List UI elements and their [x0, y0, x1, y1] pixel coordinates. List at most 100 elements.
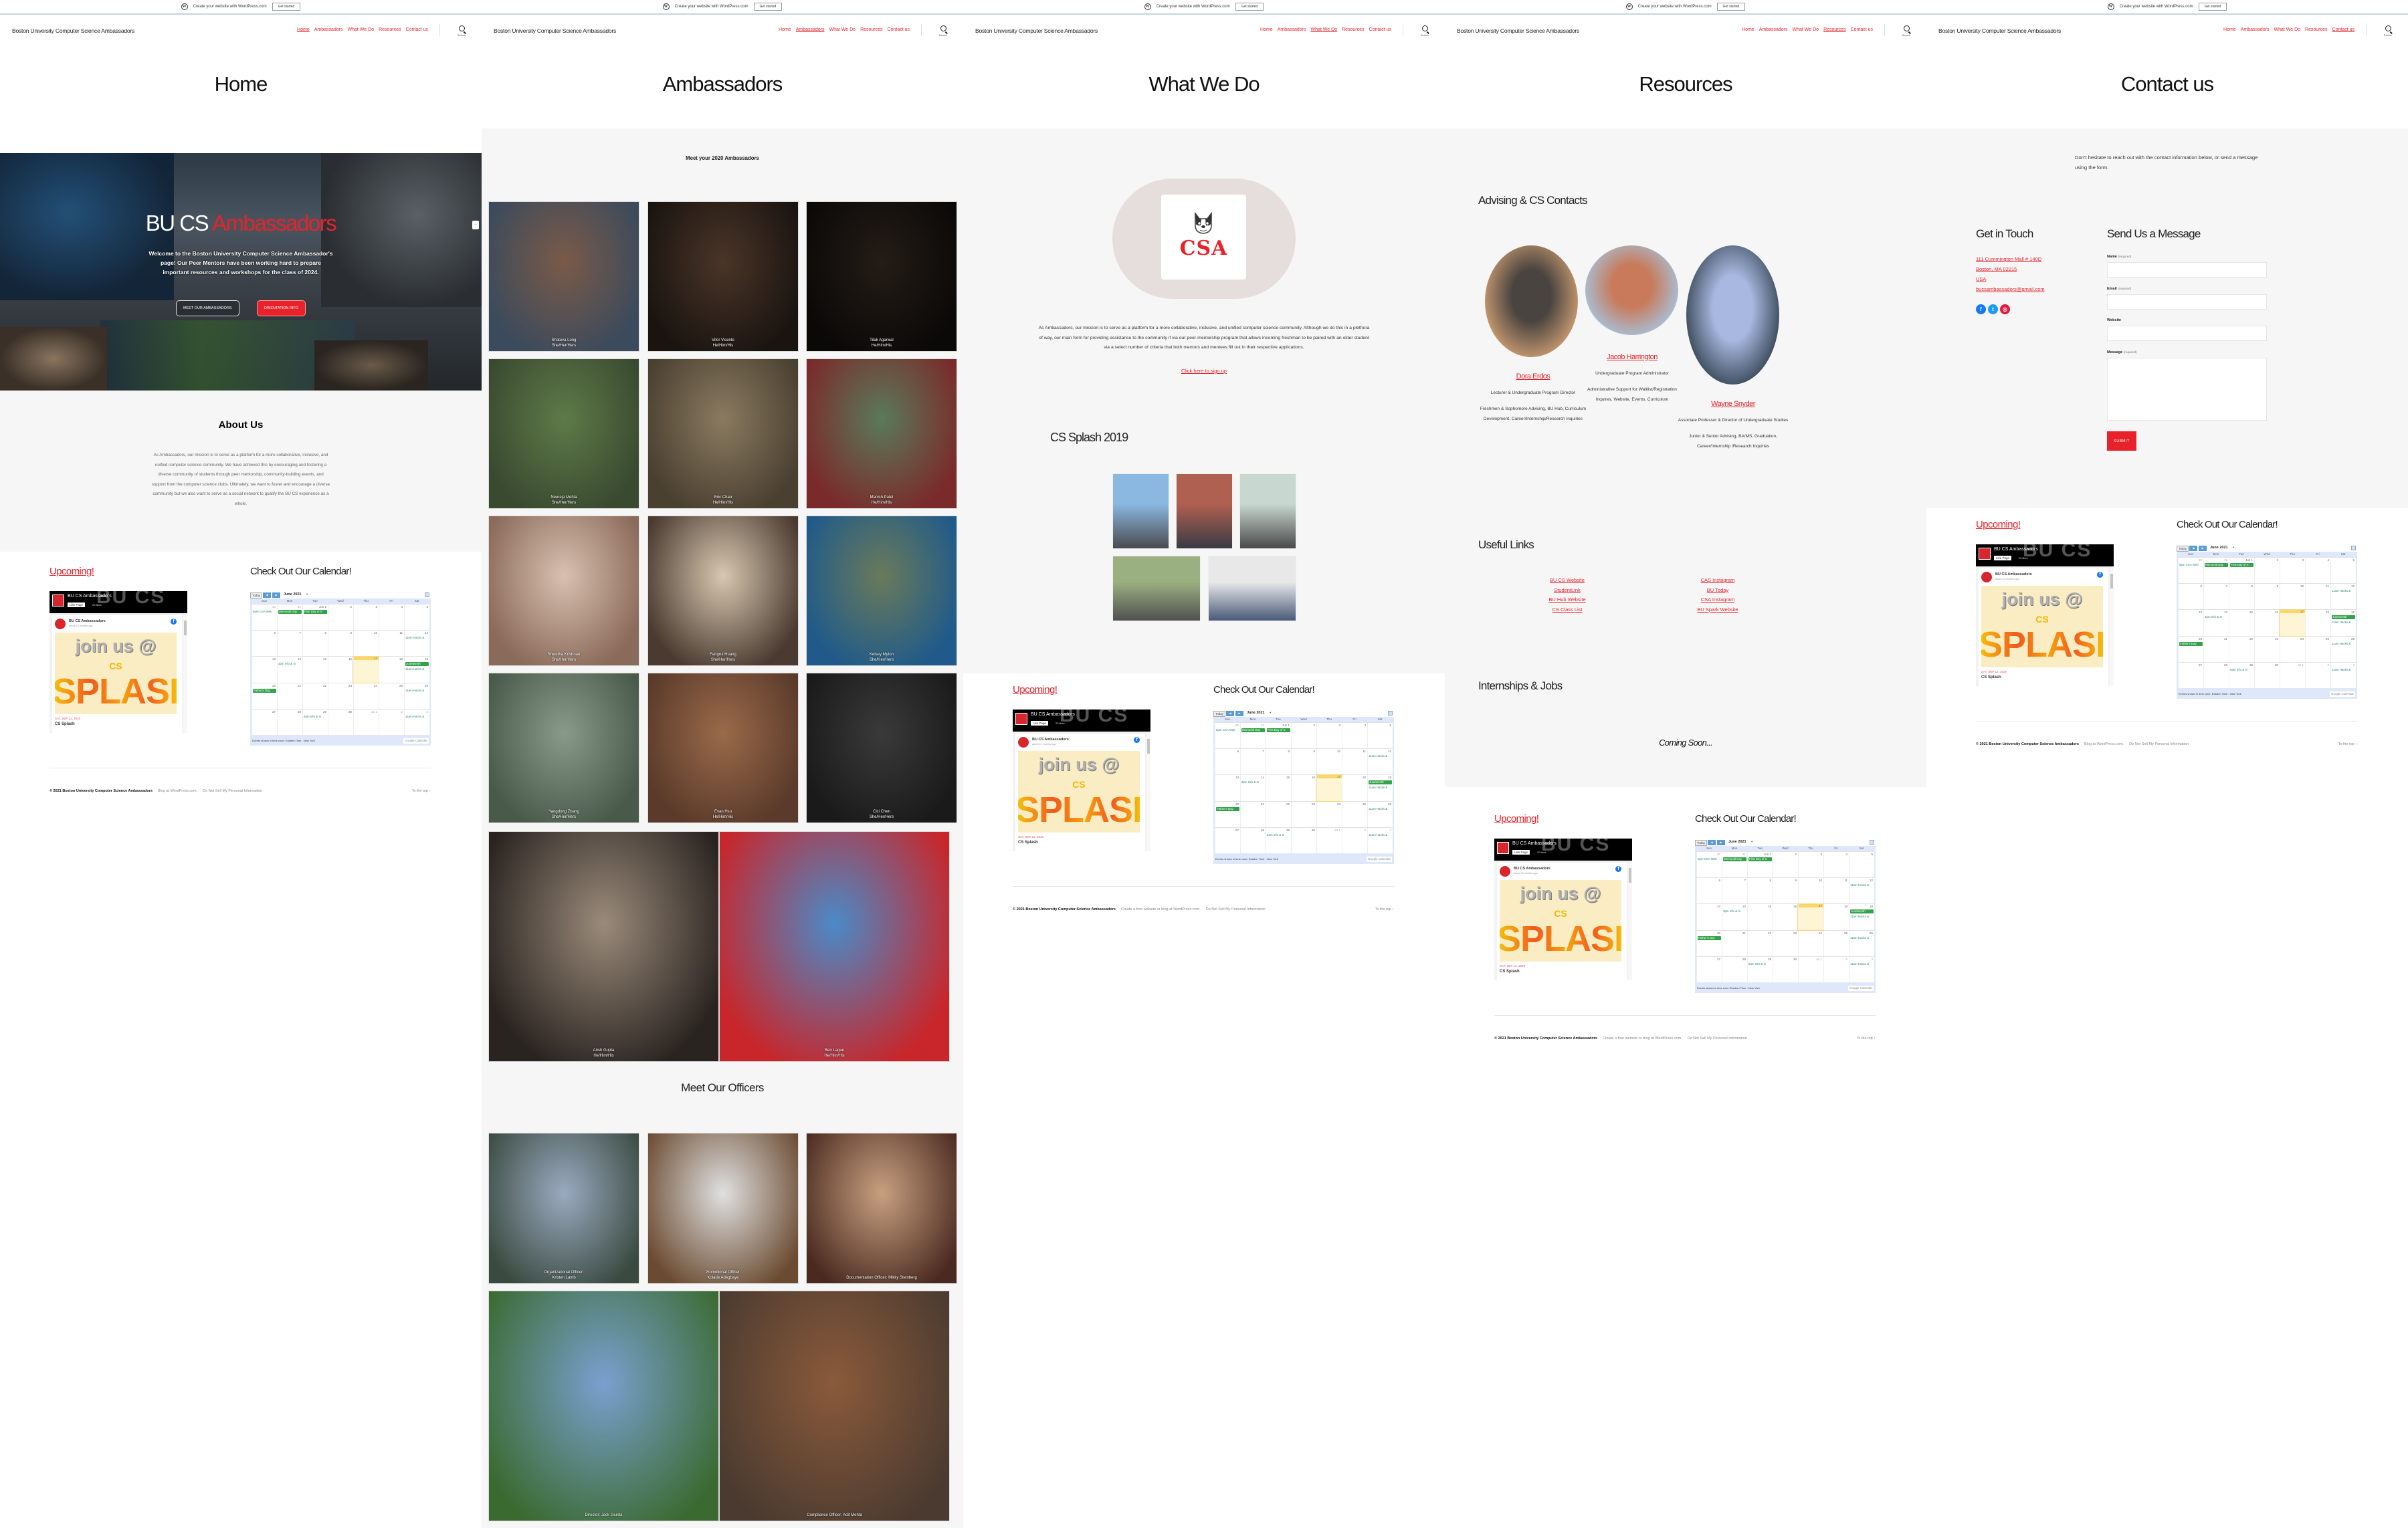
- calendar-event[interactable]: Father's Day: [1216, 806, 1239, 811]
- message-field[interactable]: [2107, 358, 2267, 421]
- search-button[interactable]: Search: [938, 25, 948, 37]
- splash-photo[interactable]: [1208, 556, 1296, 621]
- search-button[interactable]: Search: [1419, 25, 1430, 37]
- privacy-link[interactable]: Do Not Sell My Personal Information: [203, 789, 262, 793]
- calendar-day[interactable]: 25: [1342, 801, 1367, 827]
- calendar-event[interactable]: Memorial Day: [1723, 857, 1746, 861]
- calendar-event[interactable]: Memorial Day: [2205, 563, 2228, 567]
- calendar-day[interactable]: 21: [1240, 801, 1266, 827]
- contact-name-link[interactable]: Dora Erdos: [1473, 372, 1593, 382]
- facebook-icon[interactable]: f: [1615, 866, 1621, 872]
- calendar-day[interactable]: 11: [379, 631, 404, 657]
- today-button[interactable]: Today: [1213, 711, 1226, 717]
- calendar-event[interactable]: 5pm CSA Web: [2179, 563, 2203, 567]
- calendar-day[interactable]: 4: [1823, 852, 1849, 878]
- calendar-day[interactable]: 25: [1823, 930, 1849, 956]
- calendar-event[interactable]: 11am Hacks &: [405, 667, 429, 671]
- calendar-day[interactable]: 26 11am Hacks &: [2330, 636, 2356, 662]
- month-label[interactable]: June 2021: [2210, 546, 2228, 550]
- calendar-event[interactable]: 3pm Info & In: [1241, 780, 1265, 784]
- calendar-day[interactable]: 3 11am Hacks &: [2330, 662, 2356, 689]
- calendar-day[interactable]: 3 11am Hacks &: [1849, 956, 1874, 983]
- month-label[interactable]: June 2021: [1247, 711, 1265, 715]
- event-name[interactable]: CS Splash: [1018, 841, 1038, 845]
- nav-resources[interactable]: Resources: [1823, 27, 1845, 32]
- useful-link[interactable]: BU Spark Website: [1689, 605, 1746, 615]
- calendar-day[interactable]: 12 11am Hacks &: [2330, 584, 2356, 610]
- calendar-day[interactable]: Jun 1 First Day of S: [302, 605, 328, 631]
- nav-ambassadors[interactable]: Ambassadors: [1278, 27, 1306, 32]
- facebook-icon[interactable]: f: [1976, 304, 1986, 314]
- page-logo[interactable]: [52, 594, 64, 607]
- calendar-day[interactable]: 18: [379, 657, 404, 683]
- google-calendar-logo[interactable]: Google Calendar: [403, 738, 429, 744]
- calendar-event[interactable]: Juneteenth: [1850, 909, 1874, 914]
- next-month-button[interactable]: ▶: [1717, 840, 1725, 845]
- calendar-day[interactable]: 28: [2203, 662, 2229, 689]
- next-month-button[interactable]: ▶: [2199, 546, 2207, 551]
- calendar-event[interactable]: First Day of S: [304, 610, 327, 614]
- calendar-event[interactable]: Juneteenth: [2332, 615, 2355, 620]
- calendar-day[interactable]: 31 Memorial Day: [1240, 723, 1266, 749]
- calendar-day[interactable]: 22: [2229, 636, 2254, 662]
- like-page-button[interactable]: Like Page: [1512, 850, 1530, 855]
- calendar-day[interactable]: 4: [379, 605, 404, 631]
- calendar-day[interactable]: 5: [404, 605, 429, 631]
- calendar-event[interactable]: 11am Hacks &: [2332, 668, 2355, 672]
- avatar[interactable]: [55, 619, 66, 629]
- chevron-down-icon[interactable]: ▾: [1270, 711, 1271, 715]
- facebook-icon[interactable]: f: [1134, 737, 1140, 743]
- contact-name-link[interactable]: Jacob Harrington: [1579, 352, 1686, 362]
- calendar-day[interactable]: 2: [328, 605, 353, 631]
- calendar-day[interactable]: 27: [2178, 662, 2203, 689]
- calendar-day[interactable]: 25: [379, 683, 404, 709]
- calendar-day[interactable]: 15: [1266, 775, 1291, 801]
- ambassador-card[interactable]: Tilak Agarwal He/Him/His: [806, 201, 957, 352]
- officer-card[interactable]: Compliance Officer: Adit Mehta: [719, 1291, 950, 1521]
- month-label[interactable]: June 2021: [284, 592, 302, 596]
- calendar-day[interactable]: 16: [2254, 610, 2280, 636]
- prev-month-button[interactable]: ◀: [1226, 711, 1234, 716]
- nav-resources[interactable]: Resources: [860, 27, 882, 32]
- nav-home[interactable]: Home: [297, 27, 310, 32]
- meet-ambassadors-button[interactable]: MEET OUR AMBASSADORS: [175, 300, 239, 316]
- calendar-day[interactable]: 6: [1696, 878, 1722, 904]
- orientation-info-button[interactable]: ORIENTATION INFO: [256, 300, 306, 316]
- ambassador-card[interactable]: Fangrui Huang She/Her/Hers: [647, 516, 799, 666]
- calendar-event[interactable]: Juneteenth: [1369, 780, 1392, 785]
- calendar-day[interactable]: 29 5am Info & In: [2229, 662, 2254, 689]
- calendar-day[interactable]: 30: [328, 709, 353, 736]
- calendar-day[interactable]: 15: [1747, 904, 1773, 930]
- chevron-down-icon[interactable]: ▾: [2233, 546, 2234, 550]
- calendar-day[interactable]: 24: [353, 683, 379, 709]
- calendar-event[interactable]: 3pm Info & In: [2205, 615, 2228, 619]
- calendar-day[interactable]: 31 Memorial Day: [2203, 558, 2229, 584]
- calendar-day[interactable]: 31 Memorial Day: [277, 605, 302, 631]
- calendar-day[interactable]: 16: [1773, 904, 1798, 930]
- calendar-event[interactable]: 3pm Info & In: [1723, 909, 1746, 913]
- calendar-day[interactable]: Jun 1 First Day of S: [2229, 558, 2254, 584]
- calendar-day[interactable]: 10: [1798, 878, 1823, 904]
- calendar-day[interactable]: 8: [1266, 749, 1291, 775]
- google-calendar-logo[interactable]: Google Calendar: [2329, 691, 2355, 697]
- post-author[interactable]: BU CS Ambassadors: [69, 619, 106, 623]
- calendar-day[interactable]: 13: [1696, 904, 1722, 930]
- site-title[interactable]: Boston University Computer Science Ambas…: [975, 27, 1098, 34]
- calendar-day[interactable]: 21: [2203, 636, 2229, 662]
- ambassador-card[interactable]: Eric Chao He/Him/His: [647, 358, 799, 509]
- email-link[interactable]: bucsambassadors@gmail.com: [1976, 284, 2045, 294]
- calendar-event[interactable]: Father's Day: [1698, 936, 1721, 940]
- calendar-day[interactable]: 14 3pm Info & In: [1240, 775, 1266, 801]
- nav-resources[interactable]: Resources: [379, 27, 401, 32]
- post-author[interactable]: BU CS Ambassadors: [1032, 738, 1069, 742]
- calendar-day[interactable]: 29 5am Info & In: [1266, 827, 1291, 854]
- ambassador-card[interactable]: Neereja Mehta She/Her/Hers: [488, 358, 639, 509]
- get-started-button[interactable]: Get started: [753, 3, 783, 11]
- calendar-day[interactable]: 20 Father's Day: [2178, 636, 2203, 662]
- calendar-day[interactable]: 7: [1240, 749, 1266, 775]
- get-started-button[interactable]: Get started: [272, 3, 301, 11]
- event-image[interactable]: join us @ CSSPLASH: [1981, 586, 2103, 667]
- event-name[interactable]: CS Splash: [1500, 970, 1520, 974]
- splash-photo[interactable]: [1112, 556, 1201, 621]
- privacy-link[interactable]: Do Not Sell My Personal Information: [1688, 1036, 1747, 1041]
